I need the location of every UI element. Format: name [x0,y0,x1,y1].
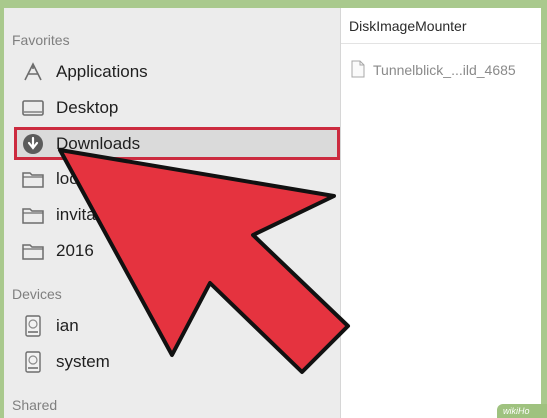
folder-icon [20,166,46,192]
folder-icon [20,238,46,264]
sidebar-item-label: system [56,352,110,371]
desktop-icon [20,95,46,121]
sidebar-item-label: Downloads [56,133,141,153]
sidebar-item-folder-2016[interactable]: 2016 [20,235,320,267]
sidebar-item-applications[interactable]: Applications [20,56,320,88]
sidebar-item-label: Applications [56,62,148,81]
sidebar-item-desktop[interactable]: Desktop [20,92,320,124]
sidebar-item-disk-system[interactable]: system [20,346,320,378]
column-header: DiskImageMounter [341,8,541,44]
sidebar-item-disk-ian[interactable]: ian [20,310,320,342]
file-item-label: Tunnelblick_...ild_4685 [373,62,516,78]
sidebar-item-label: loor [56,169,85,188]
sidebar-item-label: 2016 [56,241,94,260]
finder-sidebar: Favorites Applications Desktop Downloads… [4,8,341,418]
favorites-section-title: Favorites [12,32,70,48]
disk-icon [20,313,46,339]
sidebar-item-label: Desktop [56,98,119,117]
folder-icon [20,202,46,228]
disk-icon [20,349,46,375]
document-icon [351,60,365,81]
sidebar-item-label: ian [56,316,79,335]
watermark-logo: wikiHo [497,404,547,418]
sidebar-item-label: invitat [56,205,101,224]
applications-icon [20,59,46,85]
sidebar-item-folder-invitat[interactable]: invitat [20,199,320,231]
column-view: DiskImageMounter Tunnelblick_...ild_4685 [341,8,541,418]
sidebar-item-downloads[interactable]: Downloads [14,127,340,160]
file-item[interactable]: Tunnelblick_...ild_4685 [351,58,541,82]
shared-section-title: Shared [12,397,58,413]
devices-section-title: Devices [12,286,62,302]
sidebar-item-folder-loor[interactable]: loor [20,163,320,195]
downloads-icon [20,131,46,157]
